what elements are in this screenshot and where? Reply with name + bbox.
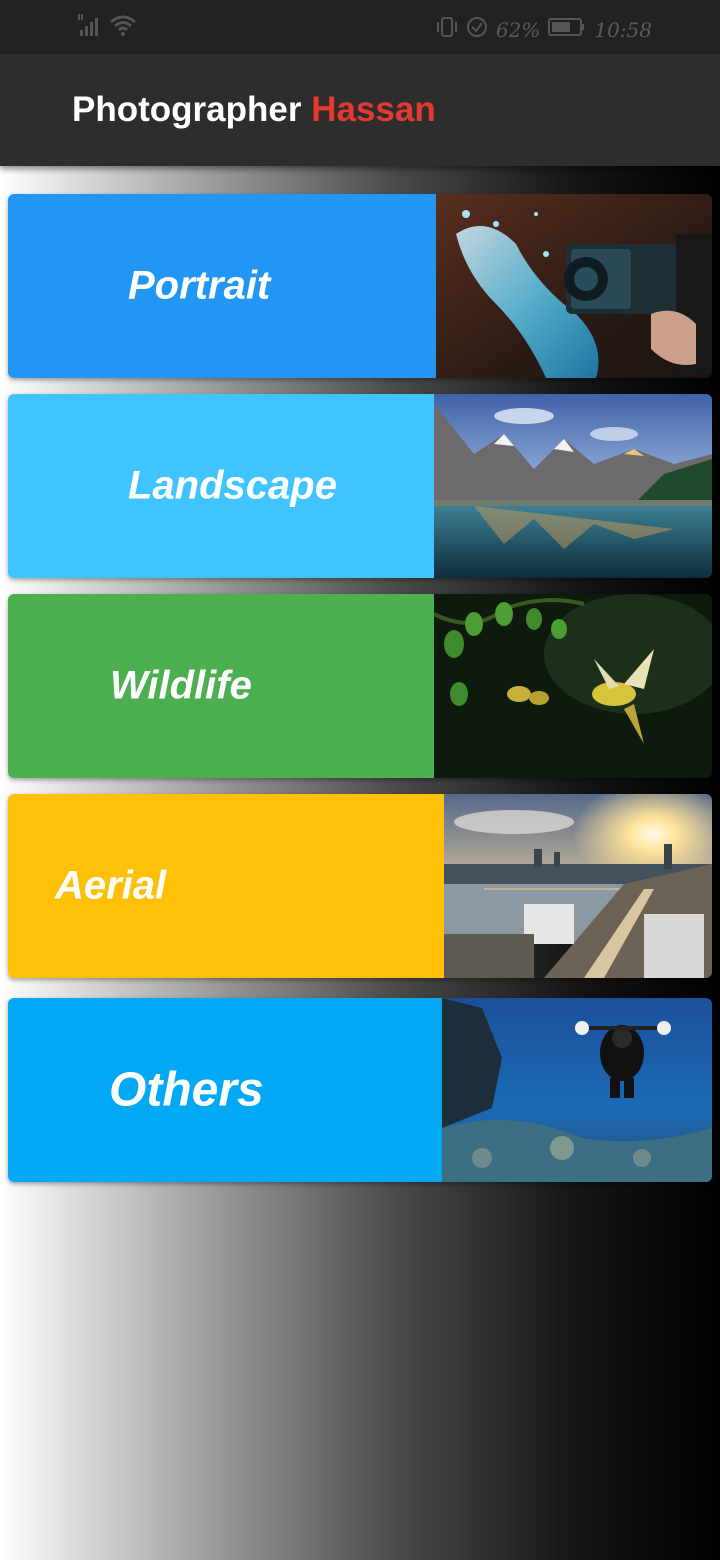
category-card-wildlife[interactable]: Wildlife [8,594,712,778]
card-label: Others [109,1063,264,1117]
vibrate-icon [436,16,458,43]
category-card-others[interactable]: Others [8,998,712,1182]
data-saver-icon [466,16,488,43]
status-bar: 62% 10:58 [0,0,720,54]
wildlife-photo [434,594,712,778]
category-card-aerial[interactable]: Aerial [8,794,712,978]
wifi-icon [110,14,136,41]
battery-icon [548,16,586,43]
title-first: Photographer [72,90,302,129]
status-left [78,14,136,41]
others-photo [442,998,712,1182]
status-right: 62% 10:58 [436,16,652,43]
card-label: Aerial [55,863,167,908]
page-title: Photographer Hassan [72,90,436,130]
card-label: Landscape [128,463,337,508]
landscape-photo [434,394,712,578]
battery-percent: 62% [495,17,541,42]
portrait-photo [436,194,712,378]
category-card-landscape[interactable]: Landscape [8,394,712,578]
clock: 10:58 [594,17,652,42]
signal-icon [78,14,104,41]
category-card-portrait[interactable]: Portrait [8,194,712,378]
card-label: Wildlife [110,663,252,708]
card-label: Portrait [128,263,271,308]
app-bar: Photographer Hassan [0,54,720,166]
aerial-photo [444,794,712,978]
title-accent: Hassan [311,90,436,129]
